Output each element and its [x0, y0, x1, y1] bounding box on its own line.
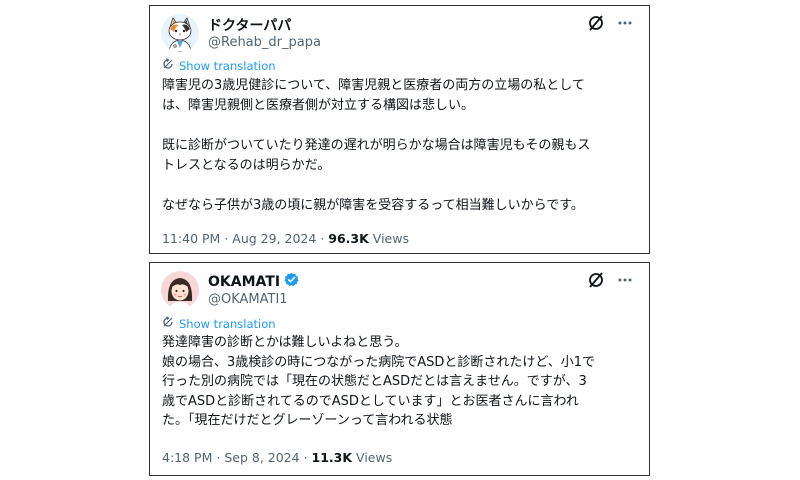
cat-doctor-avatar-image: [161, 14, 199, 52]
views-count: 11.3K: [311, 450, 353, 465]
tweet-date[interactable]: Sep 8, 2024: [224, 450, 299, 465]
grok-icon[interactable]: [587, 14, 605, 36]
meta-separator: ·: [320, 231, 325, 246]
tweet-meta: 11:40 PM · Aug 29, 2024 · 96.3K Views: [162, 231, 409, 246]
more-icon[interactable]: [617, 15, 633, 35]
meta-separator: ·: [224, 231, 229, 246]
display-name[interactable]: OKAMATI: [208, 272, 299, 291]
views-count: 96.3K: [328, 231, 369, 246]
display-name-text[interactable]: OKAMATI: [208, 274, 280, 290]
translate-icon: [162, 58, 174, 73]
show-translation-label[interactable]: Show translation: [179, 317, 276, 331]
header-actions: [587, 271, 633, 293]
meta-separator: ·: [216, 450, 221, 465]
avatar[interactable]: [161, 271, 199, 309]
grok-icon[interactable]: [587, 271, 605, 293]
woman-avatar-image: [161, 271, 199, 309]
verified-badge-icon: [284, 272, 299, 291]
show-translation-label[interactable]: Show translation: [179, 59, 276, 73]
user-handle[interactable]: @Rehab_dr_papa: [208, 35, 321, 50]
views-label: Views: [372, 231, 409, 246]
views-label: Views: [356, 450, 393, 465]
display-name[interactable]: ドクターパパ: [208, 15, 291, 35]
show-translation-link[interactable]: Show translation: [162, 58, 276, 73]
tweet-date[interactable]: Aug 29, 2024: [232, 231, 316, 246]
tweet-text: 発達障害の診断とかは難しいよねと思う。 娘の場合、3歳検診の時につながった病院で…: [162, 335, 596, 428]
tweet-meta: 4:18 PM · Sep 8, 2024 · 11.3K Views: [162, 450, 392, 465]
tweet-card[interactable]: OKAMATI @OKAMATI1 Show translation 発達障害の…: [149, 262, 650, 476]
avatar[interactable]: [161, 14, 199, 52]
show-translation-link[interactable]: Show translation: [162, 316, 276, 331]
user-handle[interactable]: @OKAMATI1: [208, 292, 288, 307]
translate-icon: [162, 316, 174, 331]
tweet-time[interactable]: 11:40 PM: [162, 231, 220, 246]
tweet-text: 障害児の3歳児健診について、障害児親と医療者の両方の立場の私として は、障害児親…: [162, 78, 591, 213]
display-name-text[interactable]: ドクターパパ: [208, 15, 291, 35]
tweet-card[interactable]: ドクターパパ @Rehab_dr_papa Show translation 障…: [149, 5, 650, 254]
meta-separator: ·: [303, 450, 308, 465]
more-icon[interactable]: [617, 272, 633, 292]
tweet-time[interactable]: 4:18 PM: [162, 450, 212, 465]
header-actions: [587, 14, 633, 36]
